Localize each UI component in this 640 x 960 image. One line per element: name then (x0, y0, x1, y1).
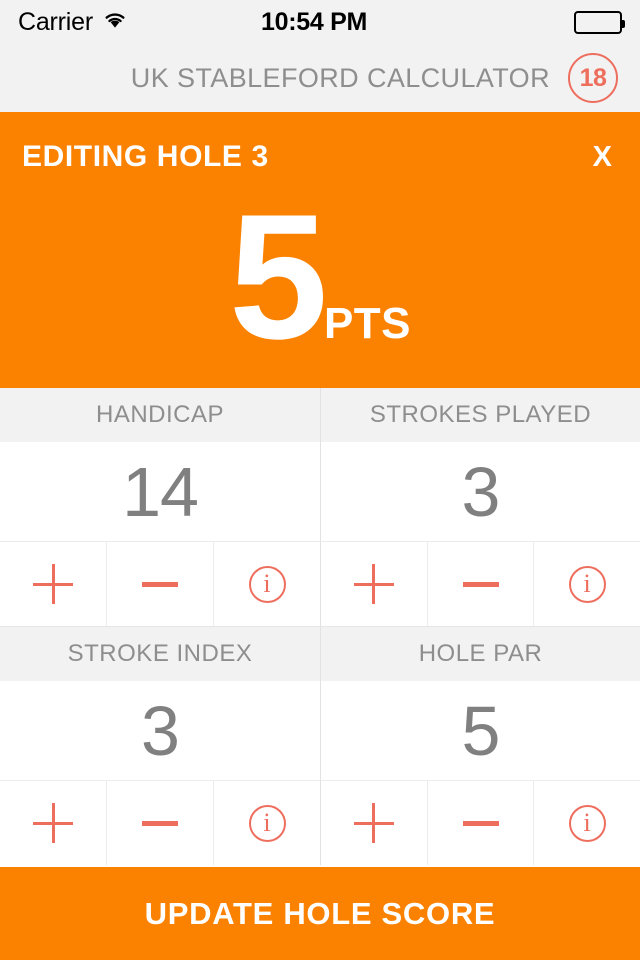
minus-icon (142, 581, 178, 587)
info-icon: i (248, 565, 286, 603)
points-display: 5 PTS (0, 177, 640, 376)
stat-value: 14 (0, 442, 320, 542)
stats-row-1: HANDICAP 14 i STROKES PLAYED 3 i (0, 388, 640, 626)
info-icon-letter: i (263, 569, 271, 598)
info-icon: i (568, 804, 606, 842)
info-icon: i (248, 804, 286, 842)
clock-label: 10:54 PM (261, 7, 367, 36)
handicap-increment-button[interactable] (0, 542, 106, 626)
stats-row-2: STROKE INDEX 3 i HOLE PAR 5 i (0, 627, 640, 865)
stat-strokes-played: STROKES PLAYED 3 i (320, 388, 640, 626)
hole-count-badge[interactable]: 18 (568, 53, 618, 103)
stat-hole-par: HOLE PAR 5 i (320, 627, 640, 865)
hole-par-decrement-button[interactable] (426, 781, 534, 865)
handicap-info-button[interactable]: i (213, 542, 320, 626)
stat-controls: i (0, 781, 320, 865)
editing-banner: EDITING HOLE 3 X 5 PTS (0, 112, 640, 388)
info-icon-letter: i (583, 569, 591, 598)
stroke-index-decrement-button[interactable] (106, 781, 213, 865)
status-bar-right (373, 10, 625, 34)
plus-icon (33, 564, 73, 604)
plus-icon (33, 803, 73, 843)
stat-value: 3 (320, 442, 640, 542)
app-screen: Carrier 10:54 PM UK STABLEFORD CALCULATO… (0, 0, 640, 960)
stat-label: HOLE PAR (320, 627, 640, 681)
editing-banner-header: EDITING HOLE 3 X (0, 112, 640, 174)
stroke-index-info-button[interactable]: i (213, 781, 320, 865)
navigation-bar: UK STABLEFORD CALCULATOR 18 (0, 44, 640, 112)
points-unit-label: PTS (323, 299, 412, 348)
stat-controls: i (320, 781, 640, 865)
plus-icon (353, 564, 394, 604)
points-value: 5 (228, 177, 328, 376)
stat-handicap: HANDICAP 14 i (0, 388, 320, 626)
stat-label: STROKES PLAYED (320, 388, 640, 442)
wifi-icon (102, 10, 128, 34)
stats-grid: HANDICAP 14 i STROKES PLAYED 3 i STROKE … (0, 388, 640, 867)
info-icon: i (568, 565, 606, 603)
stroke-index-increment-button[interactable] (0, 781, 106, 865)
strokes-played-decrement-button[interactable] (426, 542, 534, 626)
minus-icon (142, 820, 178, 826)
plus-icon (353, 803, 394, 843)
editing-hole-title: EDITING HOLE 3 (22, 140, 269, 173)
carrier-label: Carrier (18, 7, 93, 36)
stat-controls: i (0, 542, 320, 626)
info-icon-letter: i (583, 808, 591, 837)
update-hole-score-button[interactable]: UPDATE HOLE SCORE (0, 867, 640, 960)
minus-icon (462, 820, 499, 826)
minus-icon (462, 581, 499, 587)
strokes-played-increment-button[interactable] (321, 542, 427, 626)
strokes-played-info-button[interactable]: i (533, 542, 640, 626)
stat-label: HANDICAP (0, 388, 320, 442)
close-icon[interactable]: X (593, 142, 612, 172)
stat-value: 5 (320, 681, 640, 781)
stat-label: STROKE INDEX (0, 627, 320, 681)
hole-par-increment-button[interactable] (321, 781, 427, 865)
status-bar-left: Carrier (18, 8, 267, 37)
hole-par-info-button[interactable]: i (533, 781, 640, 865)
info-icon-letter: i (263, 808, 271, 837)
stat-value: 3 (0, 681, 320, 781)
page-title: UK STABLEFORD CALCULATOR (130, 62, 550, 93)
update-hole-score-label: UPDATE HOLE SCORE (144, 895, 496, 931)
battery-full-icon (574, 10, 625, 34)
hole-count-label: 18 (579, 63, 607, 92)
stat-controls: i (320, 542, 640, 626)
stat-stroke-index: STROKE INDEX 3 i (0, 627, 320, 865)
status-bar: Carrier 10:54 PM (0, 0, 640, 44)
handicap-decrement-button[interactable] (106, 542, 213, 626)
